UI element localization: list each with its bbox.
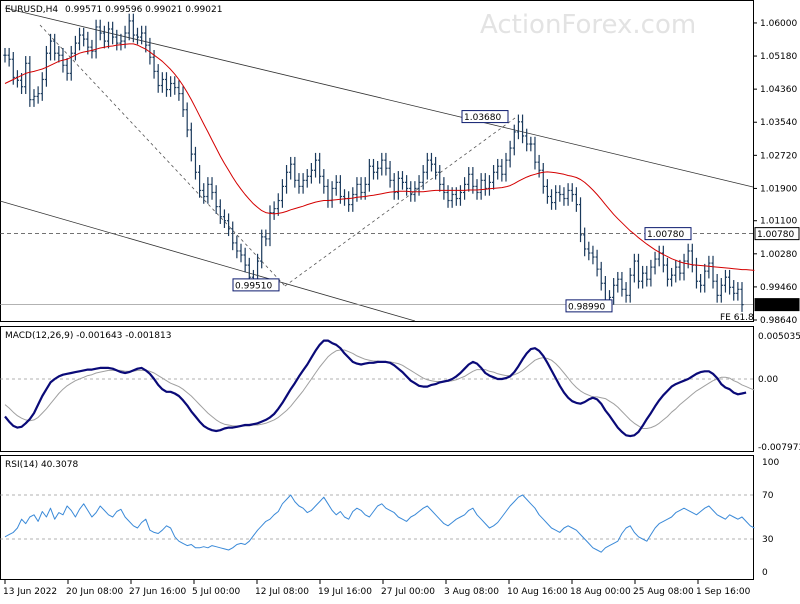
price-tick-label: 1.01900	[760, 184, 797, 194]
price-tick-label: 1.06000	[760, 19, 797, 29]
rsi-tick-label: 30	[762, 535, 774, 545]
price-tick-label: 1.01100	[760, 217, 797, 227]
x-tick-label: 18 Aug 00:00	[570, 587, 631, 597]
price-tick-label: 1.00280	[760, 250, 797, 260]
rsi-panel-frame	[0, 455, 754, 580]
ohlc-header: 0.99571 0.99596 0.99021 0.99021	[65, 5, 222, 15]
price-tag-label: 1.00780	[757, 230, 794, 240]
x-tick-label: 1 Sep 16:00	[696, 587, 751, 597]
macd-line	[4, 339, 747, 438]
x-tick-label: 19 Jul 16:00	[318, 587, 372, 597]
price-tick-label: 1.03540	[760, 118, 797, 128]
macd-panel-frame	[0, 326, 754, 452]
price-tick-label: 1.04360	[760, 85, 797, 95]
price-tag-label: 0.99021	[757, 301, 794, 311]
rsi-title: RSI(14) 40.3078	[5, 460, 78, 470]
price-tick-label: 0.99460	[760, 283, 797, 293]
price-tick-label: 1.02720	[760, 151, 797, 161]
x-tick-label: 10 Aug 16:00	[507, 587, 568, 597]
trendlines	[0, 7, 754, 322]
chart-canvas: ActionForex.com EURUSD,H4 0.99571 0.9959…	[0, 0, 800, 597]
price-panel-frame	[0, 0, 754, 322]
channel-lower-line	[0, 200, 416, 322]
macd-tick-label: -0.007973	[758, 443, 800, 453]
x-tick-label: 27 Jun 16:00	[129, 587, 186, 597]
fib-leg-up-line	[284, 117, 516, 287]
rsi-line	[4, 494, 755, 553]
macd-layer	[0, 339, 755, 438]
annotation-label: 1.00780	[647, 230, 684, 240]
price-layer: 1.03680 1.00780 0.99510 0.98990 FE 61.8	[0, 13, 755, 323]
x-tick-label: 12 Jul 08:00	[255, 587, 309, 597]
annotation-label: 0.99510	[235, 281, 272, 291]
moving-average-line	[4, 43, 755, 271]
annotation-label: 1.03680	[464, 113, 501, 123]
macd-tick-label: 0.005035	[758, 332, 800, 342]
price-tick-label: 1.05180	[760, 52, 797, 62]
rsi-layer	[0, 494, 755, 553]
watermark: ActionForex.com	[480, 10, 696, 40]
x-tick-label: 13 Jun 2022	[3, 587, 57, 597]
x-tick-label: 27 Jul 00:00	[381, 587, 435, 597]
rsi-tick-label: 100	[762, 458, 779, 468]
x-tick-label: 25 Aug 08:00	[633, 587, 694, 597]
price-tick-label: 0.98640	[760, 316, 797, 326]
macd-title: MACD(12,26,9) -0.001643 -0.001813	[5, 331, 171, 341]
x-tick-label: 3 Aug 08:00	[444, 587, 499, 597]
rsi-tick-label: 70	[762, 491, 774, 501]
forex-chart: ActionForex.com EURUSD,H4 0.99571 0.9959…	[0, 0, 800, 600]
x-tick-label: 20 Jun 08:00	[66, 587, 123, 597]
macd-tick-label: 0.00	[758, 375, 778, 385]
rsi-tick-label: 0	[762, 568, 768, 578]
fib-leg-down-line	[39, 24, 286, 287]
x-tick-label: 5 Jul 00:00	[192, 587, 241, 597]
annotation-label: 0.98990	[568, 302, 605, 312]
fe-label: FE 61.8	[720, 313, 754, 323]
